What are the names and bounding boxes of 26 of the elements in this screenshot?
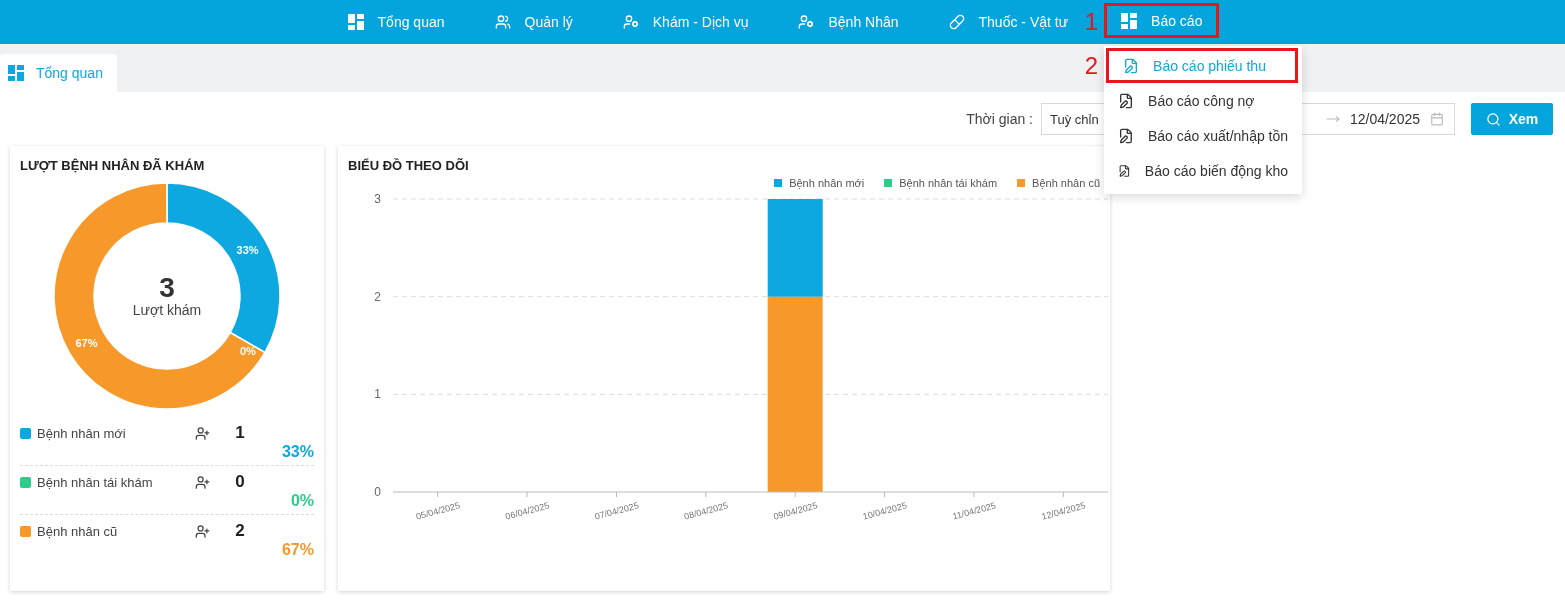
legend-label: Bệnh nhân tái khám (20, 474, 195, 490)
legend-item: Bệnh nhân tái khám (884, 177, 998, 189)
annotation-number: 2 (1084, 51, 1099, 80)
total-count: 3 (159, 274, 175, 302)
percent: 0% (289, 492, 314, 510)
legend-item: Bệnh nhân cũ (1017, 177, 1100, 189)
percent: 33% (280, 443, 314, 461)
percent: 67% (280, 541, 314, 559)
card-title: LƯỢT BỆNH NHÂN ĐÃ KHÁM (20, 158, 206, 173)
slice-label: 0% (240, 345, 256, 358)
legend-item: Bệnh nhân mới (774, 177, 865, 189)
legend-label: Bệnh nhân mới (20, 425, 195, 441)
slice-label: 33% (236, 243, 259, 256)
axis-tick-label: 2 (374, 289, 381, 304)
legend-label: Bệnh nhân cũ (20, 523, 195, 539)
axis-tick-label: 0 (374, 485, 381, 499)
card-title: BIỂU ĐỒ THEO DÕI (348, 158, 470, 173)
slice-label: 67% (75, 336, 98, 349)
count: 2 (234, 521, 246, 541)
count: 0 (234, 472, 246, 492)
count: 1 (234, 423, 246, 443)
axis-tick-label: 3 (374, 192, 381, 206)
annotation-number: 1 (1084, 8, 1099, 36)
axis-tick-label: 1 (374, 387, 381, 402)
total-label: Lượt khám (132, 302, 202, 318)
field-label: Thời gian : (966, 111, 1033, 127)
